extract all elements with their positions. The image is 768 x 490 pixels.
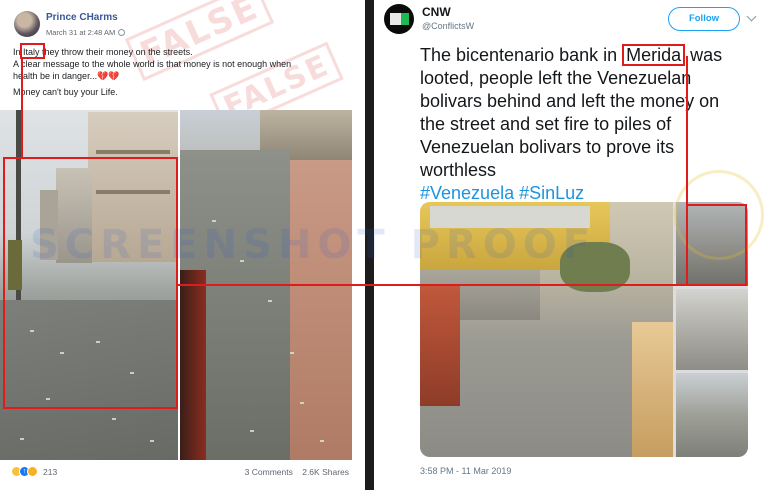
- tweet-line-1: The bicentenario bank in Merida was: [420, 44, 723, 66]
- comments-link[interactable]: 3 Comments: [245, 467, 293, 477]
- building: [96, 190, 170, 194]
- street-photo-thumb-3[interactable]: [676, 373, 748, 457]
- account-handle[interactable]: @ConflictsW: [422, 21, 474, 31]
- broken-heart-emoji: 💔💔: [97, 71, 120, 81]
- street-photo-thumb-2[interactable]: [676, 289, 748, 370]
- balcony: [632, 322, 673, 457]
- post-stats: 3 Comments 2.6K Shares: [245, 467, 349, 477]
- banknote: [60, 352, 64, 354]
- tweet-line-4: the street and set fire to piles of: [420, 114, 672, 134]
- banknote: [20, 438, 24, 440]
- follow-button[interactable]: Follow: [668, 7, 740, 31]
- banknote: [46, 398, 50, 400]
- italy-highlight: Italy: [23, 47, 40, 57]
- sidewalk: [0, 300, 178, 460]
- banknote: [96, 341, 100, 343]
- banknote: [290, 352, 294, 354]
- banknote: [112, 418, 116, 420]
- banknote: [300, 402, 304, 404]
- banknote: [320, 440, 324, 442]
- account-name[interactable]: CNW: [422, 5, 451, 19]
- panel-divider: [365, 0, 374, 490]
- wow-reaction-icon: [27, 466, 38, 477]
- banknote: [240, 260, 244, 262]
- car: [180, 270, 206, 460]
- tweet-media[interactable]: [420, 202, 748, 457]
- building: [96, 150, 170, 154]
- post-date-text: March 31 at 2:48 AM: [46, 28, 116, 37]
- roof: [430, 206, 590, 228]
- post-line-3: Money can't buy your Life.: [13, 87, 118, 97]
- author-name[interactable]: Prince CHarms: [46, 12, 118, 23]
- tweet-line-6: worthless: [420, 160, 497, 180]
- banknote: [130, 372, 134, 374]
- street-photo-thumb-1[interactable]: [676, 202, 748, 286]
- tweet-timestamp[interactable]: 3:58 PM - 11 Mar 2019: [420, 466, 511, 476]
- tweet-line-2: looted, people left the Venezuelan: [420, 68, 692, 88]
- red-roof: [420, 286, 460, 406]
- chevron-down-icon[interactable]: [746, 11, 757, 22]
- building: [40, 190, 58, 260]
- building: [56, 168, 92, 263]
- reactions[interactable]: ↑ 213: [11, 466, 57, 477]
- post-line-1: In Italy they throw their money on the s…: [13, 47, 193, 57]
- reaction-count: 213: [43, 466, 58, 477]
- merida-highlight: Merida: [622, 44, 686, 66]
- tweet-line-3: bolivars behind and left the money on: [420, 91, 720, 111]
- tweet-line-5: Venezuelan bolivars to prove its: [420, 137, 675, 157]
- post-text: In Italy they throw their money on the s…: [13, 46, 313, 98]
- banknote: [150, 440, 154, 442]
- street-photo-left[interactable]: [0, 110, 178, 460]
- avatar-logo-accent: [401, 13, 409, 25]
- aerial-street-photo[interactable]: [420, 202, 673, 457]
- street-photo-right[interactable]: [180, 110, 352, 460]
- cnw-avatar[interactable]: [384, 4, 414, 34]
- banknote: [250, 430, 254, 432]
- tweet: CNW @ConflictsW Follow The bicentenario …: [374, 0, 768, 490]
- avatar-logo: [390, 13, 401, 25]
- person: [8, 240, 22, 290]
- building: [88, 112, 178, 262]
- banknote: [268, 300, 272, 302]
- tweet-text: The bicentenario bank in Merida was loot…: [420, 44, 765, 205]
- banknote: [30, 330, 34, 332]
- banknote: [212, 220, 216, 222]
- tree: [560, 242, 630, 292]
- author-avatar[interactable]: [14, 11, 40, 37]
- globe-icon: [118, 29, 126, 36]
- post-line-2: A clear message to the whole world is th…: [13, 59, 292, 81]
- shares-link[interactable]: 2.6K Shares: [302, 467, 349, 477]
- post-date[interactable]: March 31 at 2:48 AM: [46, 28, 126, 37]
- facebook-post: Prince CHarms March 31 at 2:48 AM FALSE …: [0, 0, 365, 490]
